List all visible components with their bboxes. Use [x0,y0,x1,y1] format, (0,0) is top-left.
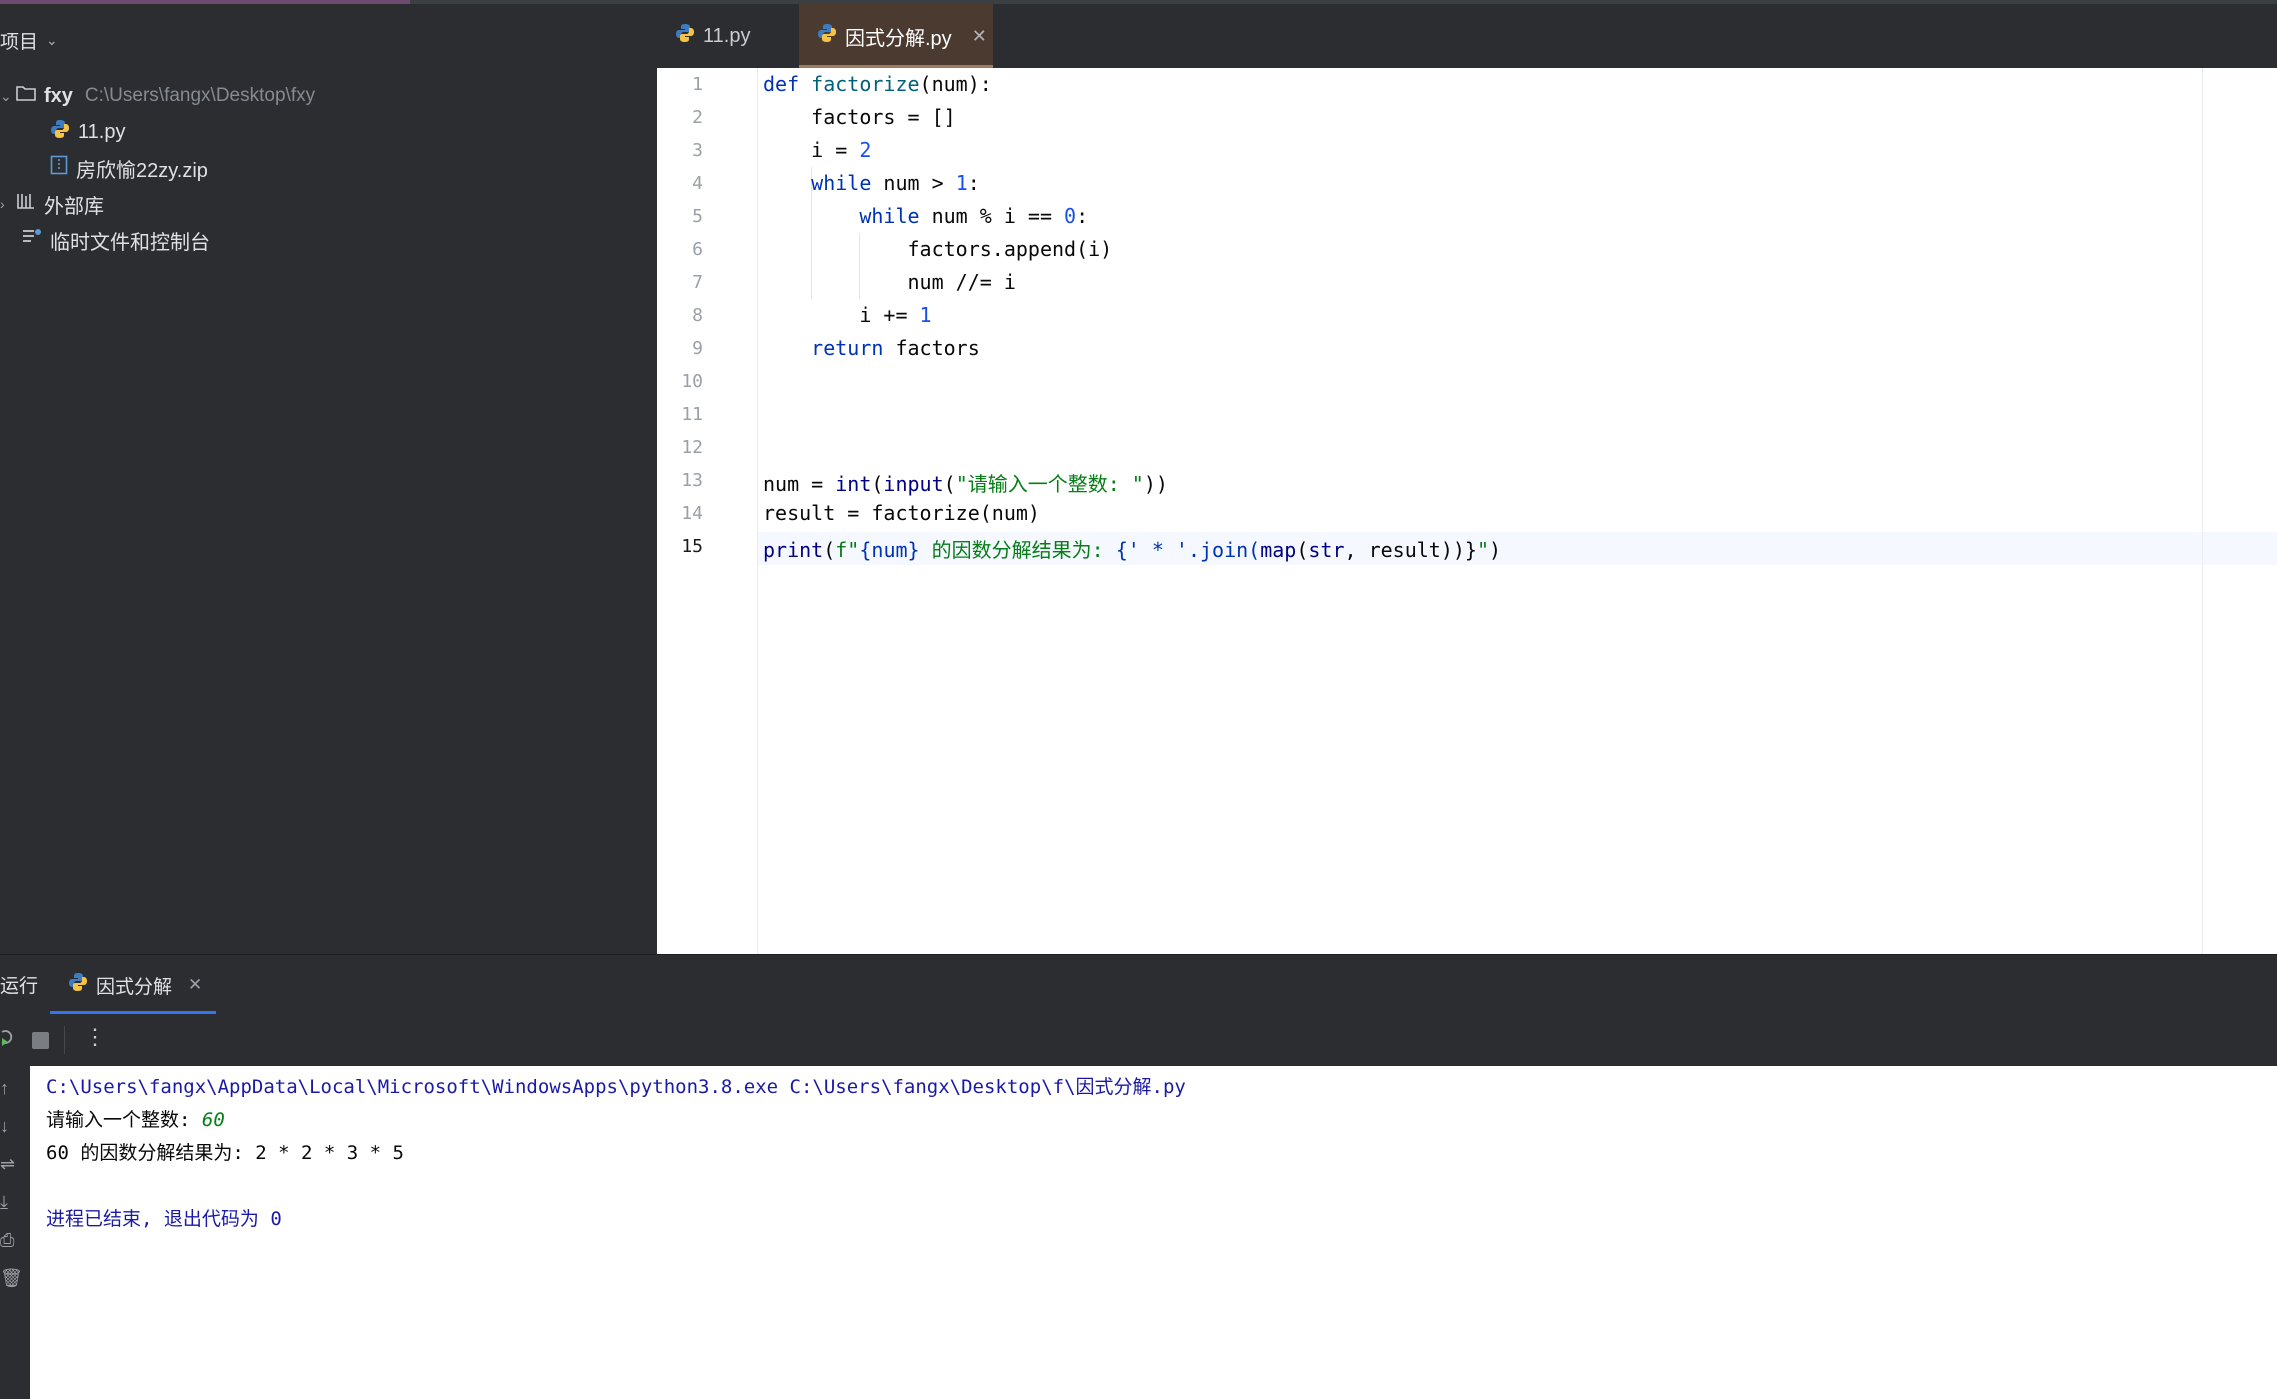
line-number: 10 [681,371,703,392]
python-file-icon [50,119,70,145]
console-command-line: C:\Users\fangx\AppData\Local\Microsoft\W… [46,1076,1186,1098]
line-number: 5 [692,206,703,227]
python-file-icon [68,972,88,998]
tree-item-11py[interactable]: 11.py [50,114,125,150]
scratches-label: 临时文件和控制台 [50,231,210,254]
console-side-toolbar: ↑ ↓ ⇌ ⤓ ⎙ 🗑 [0,1066,30,1399]
print-icon[interactable]: ⎙ [0,1230,14,1251]
code-line-13: result = factorize(num) [763,501,1040,525]
code-line-6: factors.append(i) [763,237,1113,261]
code-line-1: def factorize(num): [763,72,992,96]
toolbar-divider [64,1026,65,1054]
file-name: 房欣愉22zy.zip [76,159,208,182]
root-folder-name: fxy [44,84,73,107]
run-toolbar: ⋮ [0,1014,2277,1067]
tab-11py[interactable]: 11.py [675,4,750,68]
run-config-tab[interactable]: 因式分解 ✕ [50,955,216,1015]
code-line-2: factors = [] [763,105,956,129]
code-line-9: return factors [811,336,980,360]
project-panel: 项目 ⌄ ⌄ fxy C:\Users\fangx\Desktop\fxy 11… [0,4,657,954]
line-number: 11 [681,404,703,425]
line-number: 8 [692,305,703,326]
folder-icon [16,84,36,108]
close-tab-icon[interactable]: ✕ [188,975,202,995]
project-view-selector[interactable]: 项目 ⌄ [0,20,58,60]
line-number: 3 [692,140,703,161]
chevron-down-icon: ⌄ [46,31,58,48]
more-options-icon[interactable]: ⋮ [84,1024,106,1050]
rerun-icon[interactable] [0,1026,14,1055]
line-number: 9 [692,338,703,359]
line-number: 4 [692,173,703,194]
line-number-gutter: 1 2 3 4 5 6 7 8 9 10 11 12 13 14 15 [657,68,758,954]
tab-factorize-py[interactable]: 因式分解.py ✕ [799,4,993,68]
console-exit-line: 进程已结束, 退出代码为 0 [46,1208,282,1230]
python-file-icon [817,23,837,49]
line-number: 12 [681,437,703,458]
code-line-3: i = 2 [763,138,872,162]
line-number: 6 [692,239,703,260]
close-tab-icon[interactable]: ✕ [972,26,987,47]
stop-icon[interactable] [32,1032,49,1049]
code-editor[interactable]: 1 2 3 4 5 6 7 8 9 10 11 12 13 14 15 def … [657,68,2277,954]
code-line-14: print(f"{num} 的因数分解结果为: {' * '.join(map(… [763,538,1502,562]
collapse-arrow-icon[interactable]: › [0,196,16,212]
console-prompt-line: 请输入一个整数: 60 [46,1109,225,1131]
scroll-to-end-icon[interactable]: ⤓ [0,1192,8,1213]
line-number: 14 [681,503,703,524]
code-line-8: i += 1 [763,303,932,327]
python-file-icon [675,23,695,49]
editor-tab-bar: 11.py 因式分解.py ✕ [657,4,2277,68]
line-number: 7 [692,272,703,293]
run-tool-window-header: 运行 因式分解 ✕ [0,954,2277,1015]
right-margin-guide [2202,68,2203,954]
line-number-current: 15 [681,536,703,557]
scroll-up-icon[interactable]: ↑ [0,1078,9,1099]
run-console-output[interactable]: C:\Users\fangx\AppData\Local\Microsoft\W… [30,1066,2277,1399]
root-folder-path: C:\Users\fangx\Desktop\fxy [84,85,316,106]
external-libraries-label: 外部库 [44,195,104,218]
scratches-icon [22,228,42,252]
tree-item-external-libraries[interactable]: › 外部库 [0,186,104,222]
console-result-line: 60 的因数分解结果为: 2 * 2 * 3 * 5 [46,1142,404,1164]
archive-file-icon [50,155,68,181]
soft-wrap-icon[interactable]: ⇌ [0,1154,15,1175]
clear-trash-icon[interactable]: 🗑 [0,1268,23,1289]
expand-arrow-icon[interactable]: ⌄ [0,88,16,105]
tree-item-scratches[interactable]: 临时文件和控制台 [22,222,210,258]
scroll-down-icon[interactable]: ↓ [0,1116,9,1137]
tree-item-root[interactable]: ⌄ fxy C:\Users\fangx\Desktop\fxy [0,78,315,114]
tab-label: 11.py [703,24,751,47]
file-name: 11.py [78,120,126,143]
tab-label: 因式分解.py [845,27,952,50]
run-panel-title: 运行 [0,976,39,997]
line-number: 2 [692,107,703,128]
code-line-12: num = int(input("请输入一个整数: ")) [763,472,1168,496]
run-tab-label: 因式分解 [96,976,173,998]
line-number: 13 [681,470,703,491]
project-header-label: 项目 [0,31,39,53]
code-line-4: while num > 1: [811,171,980,195]
code-line-5: while num % i == 0: [859,204,1089,228]
tree-item-zip[interactable]: 房欣愉22zy.zip [50,150,208,186]
line-number: 1 [692,74,703,95]
code-line-7: num //= i [763,270,1016,294]
library-icon [16,192,36,216]
